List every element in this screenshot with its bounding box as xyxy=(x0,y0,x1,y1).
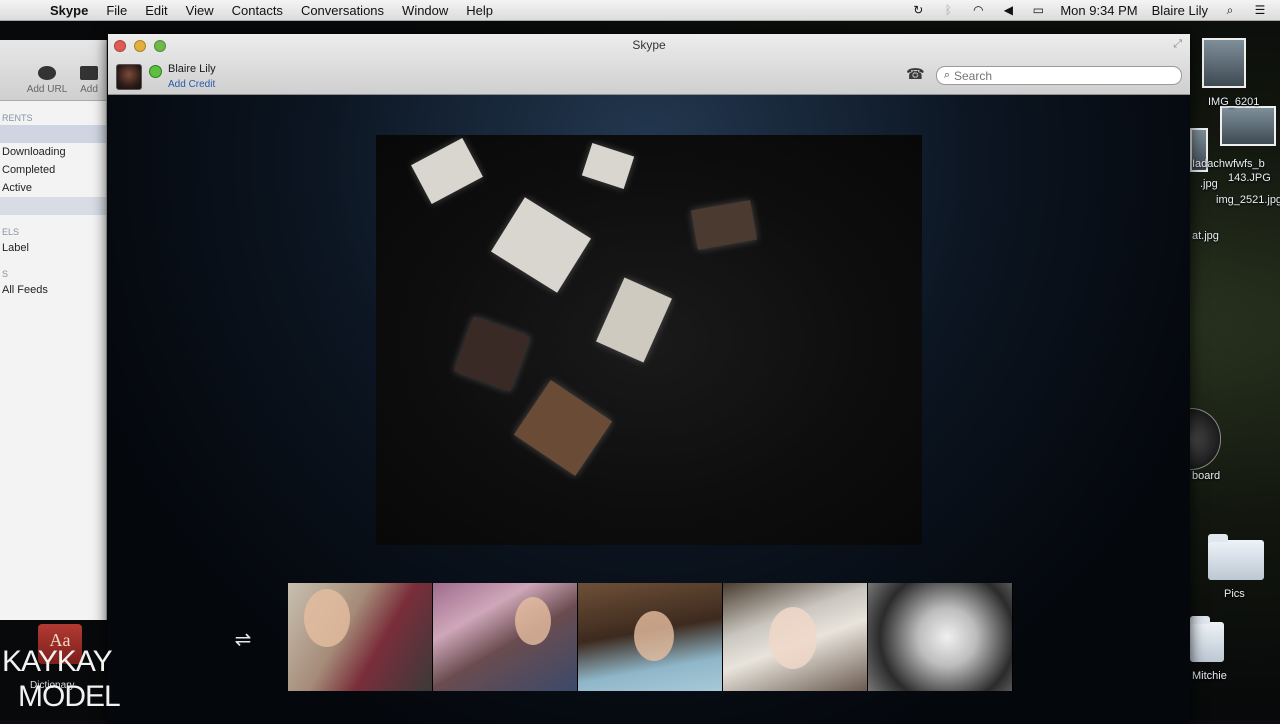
participant-thumbnails xyxy=(288,583,1013,691)
main-video-feed[interactable] xyxy=(376,135,922,545)
globe-icon xyxy=(38,66,56,80)
file-label[interactable]: .jpg xyxy=(1200,178,1218,190)
online-status-icon[interactable] xyxy=(149,64,162,78)
menu-contacts[interactable]: Contacts xyxy=(232,3,283,18)
folder-icon[interactable] xyxy=(1190,616,1224,662)
add-url-label: Add URL xyxy=(26,84,68,95)
watermark-line-2: MODEL xyxy=(18,680,121,713)
time-machine-icon[interactable]: ↻ xyxy=(910,3,926,17)
menu-help[interactable]: Help xyxy=(466,3,493,18)
skype-window: Skype ⤢ Blaire Lily Add Credit ☎ ⌕ ⇌ xyxy=(108,34,1190,724)
menu-edit[interactable]: Edit xyxy=(145,3,167,18)
menu-conversations[interactable]: Conversations xyxy=(301,3,384,18)
menu-file[interactable]: File xyxy=(106,3,127,18)
dial-pad-phone-icon[interactable]: ☎ xyxy=(906,67,925,83)
spotlight-icon[interactable]: ⌕ xyxy=(1222,3,1238,17)
participant-video-1[interactable] xyxy=(288,583,433,691)
sidebar-item-downloading[interactable]: Downloading xyxy=(0,143,106,161)
add-button[interactable]: Add xyxy=(72,66,106,95)
floating-paper xyxy=(490,197,592,293)
participant-video-2[interactable] xyxy=(433,583,578,691)
file-label[interactable]: 143.JPG xyxy=(1228,172,1271,184)
folder-label-pics[interactable]: Pics xyxy=(1224,588,1245,600)
participant-face xyxy=(769,607,817,669)
menu-view[interactable]: View xyxy=(186,3,214,18)
floating-paper xyxy=(596,277,672,363)
menu-bar: Skype File Edit View Contacts Conversati… xyxy=(0,0,1280,21)
folder-label-mitchie[interactable]: Mitchie xyxy=(1192,670,1227,682)
menu-window[interactable]: Window xyxy=(402,3,448,18)
image-file-icon[interactable] xyxy=(1220,106,1276,146)
call-area: ⇌ xyxy=(108,95,1190,724)
participant-video-3[interactable] xyxy=(578,583,723,691)
menu-app-skype[interactable]: Skype xyxy=(50,3,88,18)
sidebar-item-completed[interactable]: Completed xyxy=(0,161,106,179)
section-feeds: S xyxy=(2,269,9,279)
profile-area[interactable]: Blaire Lily Add Credit xyxy=(116,62,216,92)
floating-paper xyxy=(411,137,483,205)
file-label[interactable]: Iadachwfwfs_b xyxy=(1192,158,1265,170)
add-url-button[interactable]: Add URL xyxy=(22,66,72,95)
volume-icon[interactable]: ◀ xyxy=(1000,3,1016,17)
desktop-icons: IMG_6201 Iadachwfwfs_b 143.JPG .jpg img_… xyxy=(1190,36,1280,720)
sidebar-item-all[interactable] xyxy=(0,125,106,143)
image-file-icon[interactable] xyxy=(1202,38,1246,88)
file-label[interactable]: at.jpg xyxy=(1192,230,1219,242)
file-label[interactable]: img_2521.jpg xyxy=(1216,194,1280,206)
battery-icon[interactable]: ▭ xyxy=(1030,3,1046,17)
watermark-line-1: KAYKAY xyxy=(2,645,113,678)
floating-paper xyxy=(453,316,531,392)
section-labels: ELS xyxy=(2,227,20,237)
participant-video-5[interactable] xyxy=(868,583,1013,691)
list-icon[interactable]: ☰ xyxy=(1252,3,1268,17)
search-input[interactable] xyxy=(954,68,1164,83)
apple-icon[interactable] xyxy=(16,3,32,17)
menubar-clock[interactable]: Mon 9:34 PM xyxy=(1060,3,1137,18)
dashboard-icon[interactable] xyxy=(1190,408,1221,470)
skype-titlebar: Skype ⤢ Blaire Lily Add Credit ☎ ⌕ xyxy=(108,34,1190,95)
document-icon xyxy=(80,66,98,80)
profile-name[interactable]: Blaire Lily xyxy=(168,62,216,77)
participant-face xyxy=(634,611,674,661)
add-label: Add xyxy=(80,84,98,95)
floating-paper xyxy=(690,200,758,250)
menubar-user[interactable]: Blaire Lily xyxy=(1152,3,1208,18)
search-field[interactable]: ⌕ xyxy=(936,66,1182,85)
participant-face xyxy=(304,589,350,647)
participant-face xyxy=(515,597,551,645)
section-torrents: RENTS xyxy=(2,113,33,123)
sidebar-item-inactive[interactable] xyxy=(0,197,106,215)
fullscreen-icon[interactable]: ⤢ xyxy=(1173,38,1182,51)
sidebar-item-label[interactable]: Label xyxy=(0,239,106,257)
download-manager-window: Add URL Add RENTS Downloading Completed … xyxy=(0,40,107,620)
file-label[interactable]: IMG_6201 xyxy=(1208,96,1259,108)
folder-icon[interactable] xyxy=(1208,534,1264,580)
floating-paper xyxy=(513,379,613,477)
download-toolbar: Add URL Add xyxy=(0,40,106,101)
participant-video-4[interactable] xyxy=(723,583,868,691)
dashboard-label[interactable]: board xyxy=(1192,470,1220,482)
sidebar-item-all-feeds[interactable]: All Feeds xyxy=(0,281,106,299)
floating-paper xyxy=(581,143,635,189)
wifi-icon[interactable]: ◠ xyxy=(970,3,986,17)
swap-video-icon[interactable]: ⇌ xyxy=(230,630,256,650)
add-credit-link[interactable]: Add Credit xyxy=(168,77,216,92)
bluetooth-icon[interactable]: ᛒ xyxy=(940,3,956,17)
search-icon: ⌕ xyxy=(943,69,951,81)
window-title: Skype xyxy=(632,38,666,52)
sidebar-item-active[interactable]: Active xyxy=(0,179,106,197)
avatar[interactable] xyxy=(116,64,142,90)
